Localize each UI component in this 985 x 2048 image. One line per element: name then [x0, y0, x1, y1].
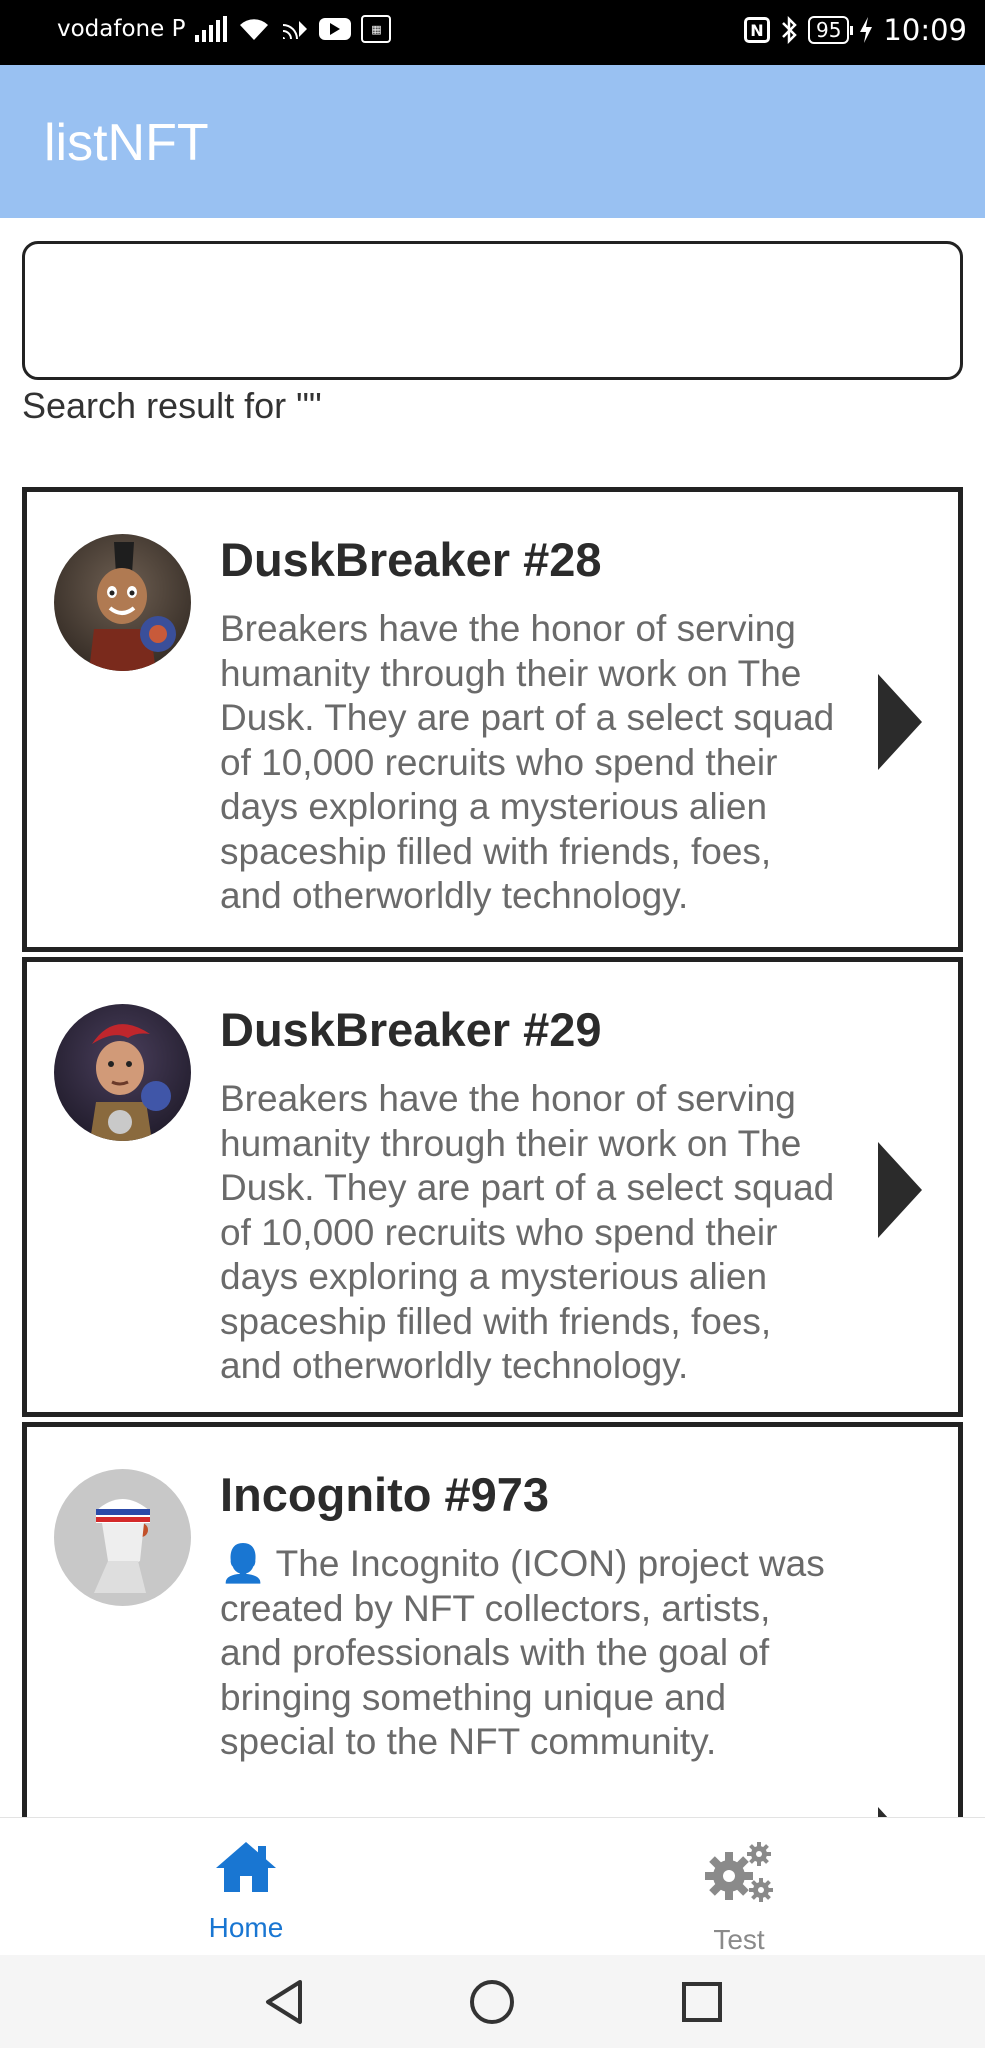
nft-card[interactable]: DuskBreaker #28 Breakers have the honor … [22, 487, 963, 952]
app-title: listNFT [44, 114, 209, 172]
home-circle-icon[interactable] [468, 1978, 516, 2030]
system-navigation-bar [0, 1955, 985, 2048]
nft-title: DuskBreaker #28 [220, 533, 602, 586]
nft-card[interactable]: Incognito #973 👤 The Incognito (ICON) pr… [22, 1422, 963, 1817]
nav-test-label: Test [713, 1924, 765, 1955]
recents-icon[interactable] [680, 1978, 724, 2030]
battery-indicator: 95 [807, 16, 854, 44]
youtube-icon [319, 18, 352, 40]
status-bar: vodafone P ▦ N 95 10:09 [0, 0, 985, 65]
status-right: N 95 10:09 [743, 13, 967, 47]
chevron-right-icon[interactable] [878, 674, 922, 770]
nft-card[interactable]: DuskBreaker #29 Breakers have the honor … [22, 957, 963, 1417]
app-notification-icon: ▦ [361, 15, 392, 43]
nft-avatar [54, 534, 191, 671]
carrier-name: vodafone P [57, 16, 186, 42]
status-left: vodafone P ▦ [57, 15, 392, 43]
nfc-icon: N [743, 17, 770, 43]
nft-avatar [54, 1469, 191, 1606]
cast-icon [281, 17, 309, 41]
nft-list[interactable]: DuskBreaker #28 Breakers have the honor … [22, 487, 963, 1817]
chevron-right-icon[interactable] [878, 1142, 922, 1238]
back-icon[interactable] [262, 1978, 306, 2030]
nft-title: Incognito #973 [220, 1468, 550, 1521]
nav-home-label: Home [208, 1912, 284, 1943]
nft-description: Breakers have the honor of serving human… [220, 1078, 835, 1386]
chevron-right-icon[interactable] [878, 1807, 922, 1817]
signal-icon [195, 16, 228, 42]
nft-description: 👤 The Incognito (ICON) project was creat… [220, 1543, 825, 1762]
gears-icon [701, 1838, 777, 1910]
home-icon [214, 1838, 278, 1898]
charging-icon [859, 16, 873, 44]
wifi-icon [237, 16, 271, 42]
nft-avatar [54, 1004, 191, 1141]
bluetooth-icon [780, 16, 798, 44]
nft-title: DuskBreaker #29 [220, 1003, 602, 1056]
bottom-navigation: Home Test [0, 1817, 985, 1955]
nav-home[interactable]: Home [146, 1838, 346, 1944]
search-result-label: Search result for "" [22, 385, 322, 426]
app-bar: listNFT [0, 65, 985, 218]
search-input[interactable] [22, 241, 963, 380]
nav-test[interactable]: Test [639, 1838, 839, 1956]
nft-description: Breakers have the honor of serving human… [220, 608, 835, 916]
clock: 10:09 [883, 13, 967, 47]
